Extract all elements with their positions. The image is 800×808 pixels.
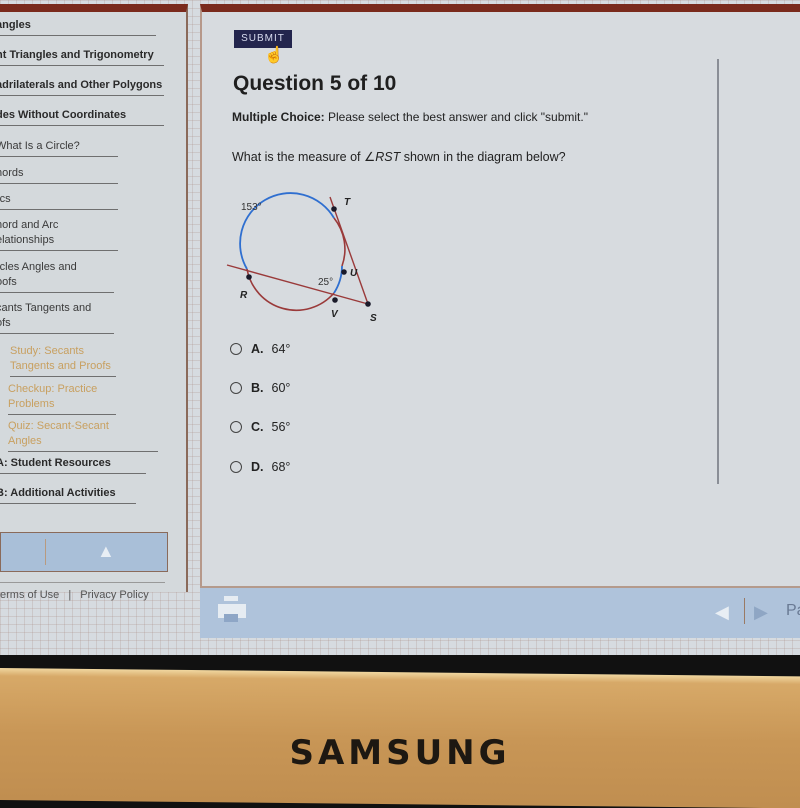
angle-name: RST (375, 150, 401, 164)
sidebar: angles ht Triangles and Trigonometry adr… (0, 4, 188, 592)
footer-separator: | (68, 589, 72, 601)
angle-icon: ∠ (364, 150, 376, 164)
radio-button[interactable] (230, 382, 242, 394)
sidebar-item-label: ht Triangles and Trigonometry (0, 49, 154, 61)
sidebar-item-label: hords (0, 167, 24, 179)
choice-value: 56° (271, 420, 291, 434)
sidebar-item[interactable]: Study: Secants Tangents and Proofs (10, 344, 116, 377)
screen: angles ht Triangles and Trigonometry adr… (0, 0, 800, 655)
sidebar-item[interactable]: ht Triangles and Trigonometry (0, 48, 164, 66)
sidebar-item[interactable]: rcles Angles and oofs (0, 260, 114, 293)
divider (744, 598, 745, 624)
scroll-up-button[interactable]: ▲ (0, 532, 168, 572)
divider (45, 539, 46, 565)
sidebar-item[interactable]: angles (0, 18, 156, 36)
sidebar-item[interactable]: des Without Coordinates (0, 108, 164, 126)
brand-logo: SAMSUNG (289, 733, 511, 773)
arrow-left-icon[interactable]: ◀ (715, 602, 729, 623)
sidebar-item-label: elationships (0, 234, 55, 246)
sidebar-item-label: B: Additional Activities (0, 487, 116, 499)
choice-value: 60° (271, 381, 291, 395)
page-label: Pa (786, 602, 800, 619)
arrow-up-icon: ▲ (97, 541, 115, 561)
point-t (331, 206, 337, 212)
sidebar-item-label: cants Tangents and (0, 302, 92, 314)
sidebar-item-label: rcles Angles and (0, 261, 77, 273)
privacy-link[interactable]: Privacy Policy (80, 589, 148, 601)
sidebar-item-label: hord and Arc (0, 219, 59, 231)
footer-links: erms of Use | Privacy Policy (0, 589, 155, 601)
choice-letter: D. (251, 460, 264, 474)
sidebar-item-label: oofs (0, 276, 17, 288)
point-u (341, 269, 347, 275)
choice-c[interactable]: C. 56° (230, 420, 290, 434)
sidebar-item[interactable]: hords (0, 166, 118, 184)
divider (0, 582, 165, 583)
arc-rv (246, 268, 335, 311)
hand-cursor-icon: ☝ (264, 47, 284, 64)
sidebar-item[interactable]: B: Additional Activities (0, 486, 136, 504)
sidebar-item[interactable]: rcs (0, 192, 118, 210)
choice-a[interactable]: A. 64° (230, 342, 290, 356)
question-prompt: What is the measure of ∠RST shown in the… (232, 149, 566, 164)
choice-letter: A. (251, 342, 264, 356)
geometry-diagram: 153° 25° T U R V S (226, 192, 377, 324)
label-v: V (331, 309, 339, 320)
arrow-right-icon[interactable]: ▶ (754, 602, 768, 623)
choice-letter: C. (251, 420, 264, 434)
bottom-toolbar: ◀ ▶ Pa (200, 586, 800, 638)
sidebar-item-label: Problems (8, 398, 55, 410)
page-title: Question 5 of 10 (233, 72, 397, 95)
sidebar-item[interactable]: Checkup: Practice Problems (8, 382, 116, 415)
radio-button[interactable] (230, 343, 242, 355)
label-t: T (344, 197, 351, 208)
secant-line-ts (329, 196, 369, 305)
sidebar-item[interactable]: hord and Arc elationships (0, 218, 118, 251)
sidebar-item-label: Angles (8, 435, 42, 447)
sidebar-item-label: What Is a Circle? (0, 140, 80, 152)
arc-label-153: 153° (241, 202, 262, 213)
sidebar-item[interactable]: Quiz: Secant-Secant Angles (8, 419, 158, 452)
choice-value: 64° (271, 342, 291, 356)
choice-d[interactable]: D. 68° (230, 460, 290, 474)
label-u: U (350, 268, 358, 279)
sidebar-item[interactable]: adrilaterals and Other Polygons (0, 78, 164, 96)
sidebar-item-label: des Without Coordinates (0, 109, 127, 121)
sidebar-item-label: rcs (0, 193, 11, 205)
radio-button[interactable] (230, 421, 242, 433)
printer-icon[interactable] (218, 596, 246, 622)
sidebar-item[interactable]: cants Tangents and ofs (0, 301, 114, 334)
terms-link[interactable]: erms of Use (0, 589, 59, 601)
instructions: Multiple Choice: Please select the best … (232, 110, 588, 124)
point-v (332, 297, 338, 303)
radio-button[interactable] (230, 461, 242, 473)
sidebar-item-label: Study: Secants (10, 345, 84, 357)
content-divider (717, 59, 719, 484)
sidebar-item-label: angles (0, 19, 31, 31)
sidebar-item-label: A: Student Resources (0, 457, 111, 469)
instruction-label: Multiple Choice: (232, 110, 325, 124)
choice-letter: B. (251, 381, 264, 395)
sidebar-item-label: Tangents and Proofs (10, 360, 111, 372)
question-panel: SUBMIT ☝ Question 5 of 10 Multiple Choic… (200, 4, 800, 602)
sidebar-item-label: ofs (0, 317, 11, 329)
arc-label-25: 25° (318, 277, 333, 288)
label-r: R (240, 290, 248, 301)
arc-uv-25 (333, 265, 343, 294)
prompt-text: shown in the diagram below? (400, 150, 566, 164)
secant-line-rs (226, 264, 369, 305)
label-s: S (370, 313, 377, 324)
sidebar-item[interactable]: A: Student Resources (0, 456, 146, 474)
instruction-text: Please select the best answer and click … (324, 110, 588, 124)
point-r (246, 274, 252, 280)
choice-b[interactable]: B. 60° (230, 381, 290, 395)
sidebar-item-label: adrilaterals and Other Polygons (0, 79, 163, 91)
sidebar-item[interactable]: What Is a Circle? (0, 139, 118, 157)
sidebar-item-label: Checkup: Practice (8, 383, 98, 395)
point-s (365, 301, 371, 307)
sidebar-item-label: Quiz: Secant-Secant (8, 420, 109, 432)
prompt-text: What is the measure of (232, 150, 365, 164)
choice-value: 68° (271, 460, 291, 474)
